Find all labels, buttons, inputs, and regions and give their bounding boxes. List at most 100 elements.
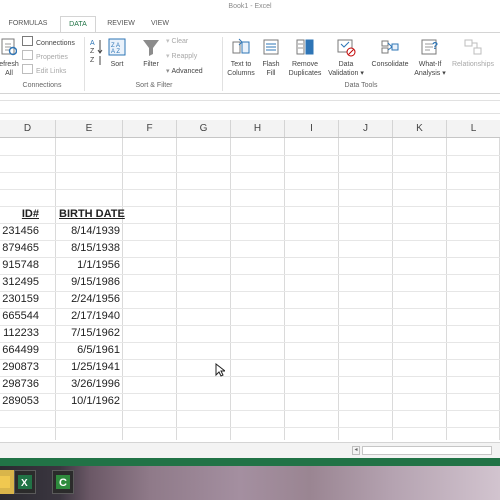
text-to-columns-button[interactable]: Text to Columns: [222, 37, 260, 78]
scroll-thumb[interactable]: [362, 446, 492, 455]
sort-icon: Z AA Z: [108, 38, 126, 56]
horizontal-scrollbar[interactable]: ◂: [0, 442, 500, 458]
cell-id[interactable]: 915748: [2, 257, 39, 274]
cell-id[interactable]: 290873: [2, 359, 39, 376]
excel-status-bar: [0, 458, 500, 466]
remove-duplicates-icon: [296, 39, 314, 55]
window-title: Book1 - Excel: [228, 3, 272, 10]
cell-id[interactable]: 231456: [2, 223, 39, 240]
header-id[interactable]: ID#: [2, 206, 39, 223]
flash-fill-icon: [263, 39, 279, 55]
edit-links-icon: [22, 64, 33, 74]
flash-fill-button[interactable]: Flash Fill: [258, 37, 284, 78]
properties-button[interactable]: Properties: [22, 50, 68, 64]
cell-birth-date[interactable]: 2/17/1940: [58, 308, 120, 325]
column-header-k[interactable]: K: [393, 120, 447, 137]
cell-birth-date[interactable]: 8/14/1939: [58, 223, 120, 240]
tab-formulas[interactable]: FORMULAS: [4, 16, 52, 32]
properties-icon: [22, 50, 33, 60]
cell-birth-date[interactable]: 9/15/1986: [58, 274, 120, 291]
svg-text:?: ?: [432, 41, 438, 52]
cell-birth-date[interactable]: 6/5/1961: [58, 342, 120, 359]
desktop-taskbar-background: [0, 466, 500, 500]
cell-birth-date[interactable]: 7/15/1962: [58, 325, 120, 342]
cell-birth-date[interactable]: 2/24/1956: [58, 291, 120, 308]
cell-birth-date[interactable]: 8/15/1938: [58, 240, 120, 257]
cell-birth-date[interactable]: 3/26/1996: [58, 376, 120, 393]
column-header-e[interactable]: E: [56, 120, 123, 137]
cell-id[interactable]: 312495: [2, 274, 39, 291]
grid-line: [55, 138, 56, 440]
grid-line: [284, 138, 285, 440]
advanced-button[interactable]: ▾ Advanced: [166, 66, 203, 78]
excel-logo-icon: X: [18, 475, 32, 489]
ribbon-tabs: FORMULAS DATA REVIEW VIEW: [0, 16, 500, 33]
grid-line: [0, 172, 500, 173]
cell-id[interactable]: 112233: [2, 325, 39, 342]
excel-icon[interactable]: X: [14, 470, 36, 494]
remove-duplicates-button[interactable]: Remove Duplicates: [284, 37, 326, 78]
cell-birth-date[interactable]: 10/1/1962: [58, 393, 120, 410]
column-header-l[interactable]: L: [447, 120, 500, 137]
edit-links-button[interactable]: Edit Links: [22, 64, 66, 78]
formula-bar[interactable]: [0, 100, 500, 114]
grid-line: [122, 138, 123, 440]
sort-az-button[interactable]: AZZ: [88, 37, 104, 70]
cell-id[interactable]: 665544: [2, 308, 39, 325]
column-header-f[interactable]: F: [123, 120, 177, 137]
reapply-button[interactable]: ▾ Reapply: [166, 51, 197, 63]
sort-filter-group-label: Sort & Filter: [135, 82, 173, 89]
connections-icon: [22, 36, 33, 46]
title-bar: Book1 - Excel: [0, 0, 500, 16]
filter-icon: [143, 40, 159, 56]
tab-view[interactable]: VIEW: [146, 16, 174, 32]
column-header-j[interactable]: J: [339, 120, 393, 137]
sort-az-icon: AZZ: [90, 40, 103, 65]
consolidate-button[interactable]: Consolidate: [368, 37, 412, 69]
filter-button[interactable]: Filter: [138, 37, 164, 69]
column-header-d[interactable]: D: [0, 120, 56, 137]
svg-text:X: X: [21, 478, 28, 489]
refresh-label-1: efresh: [0, 61, 19, 68]
tab-review[interactable]: REVIEW: [104, 16, 138, 32]
mouse-cursor-icon: [215, 363, 225, 377]
grid-line: [446, 138, 447, 440]
scroll-left-icon[interactable]: ◂: [352, 446, 360, 455]
grid-line: [0, 410, 500, 411]
data-tools-group-label: Data Tools: [344, 82, 378, 89]
camtasia-logo-icon: C: [56, 475, 70, 489]
tab-data[interactable]: DATA: [60, 16, 96, 33]
data-validation-button[interactable]: Data Validation ▾: [324, 37, 368, 78]
dropdown-arrow-icon: ▾: [358, 70, 364, 77]
cell-id[interactable]: 664499: [2, 342, 39, 359]
grid-line: [338, 138, 339, 440]
svg-text:A: A: [90, 40, 95, 47]
column-header-h[interactable]: H: [231, 120, 285, 137]
cell-birth-date[interactable]: 1/1/1956: [58, 257, 120, 274]
header-birth-date[interactable]: BIRTH DATE: [59, 206, 125, 223]
column-header-i[interactable]: I: [285, 120, 339, 137]
cell-id[interactable]: 879465: [2, 240, 39, 257]
advanced-filter-icon: ▾: [166, 68, 170, 75]
sort-button[interactable]: Z AA Z Sort: [105, 37, 129, 69]
cell-birth-date[interactable]: 1/25/1941: [58, 359, 120, 376]
what-if-analysis-button[interactable]: ? What-If Analysis ▾: [412, 37, 448, 78]
cell-id[interactable]: 289053: [2, 393, 39, 410]
svg-text:A Z: A Z: [111, 49, 120, 55]
column-header-g[interactable]: G: [177, 120, 231, 137]
clear-icon: ▾: [166, 38, 170, 45]
clear-button[interactable]: ▾ Clear: [166, 36, 188, 48]
cell-id[interactable]: 298736: [2, 376, 39, 393]
worksheet-grid[interactable]: ID# BIRTH DATE 231456 8/14/1939 879465 8…: [0, 138, 500, 440]
text-to-columns-icon: [232, 38, 250, 54]
column-header-row: D E F G H I J K L: [0, 120, 500, 138]
grid-line: [230, 138, 231, 440]
camtasia-icon[interactable]: C: [52, 470, 74, 494]
refresh-all-button[interactable]: efresh All: [0, 37, 20, 78]
cell-id[interactable]: 230159: [2, 291, 39, 308]
relationships-button[interactable]: Relationships: [446, 37, 500, 69]
consolidate-icon: [381, 40, 399, 54]
dropdown-arrow-icon: ▾: [440, 70, 446, 77]
connections-button[interactable]: Connections: [22, 36, 75, 50]
ribbon: efresh All Connections Properties Edit L…: [0, 32, 500, 94]
